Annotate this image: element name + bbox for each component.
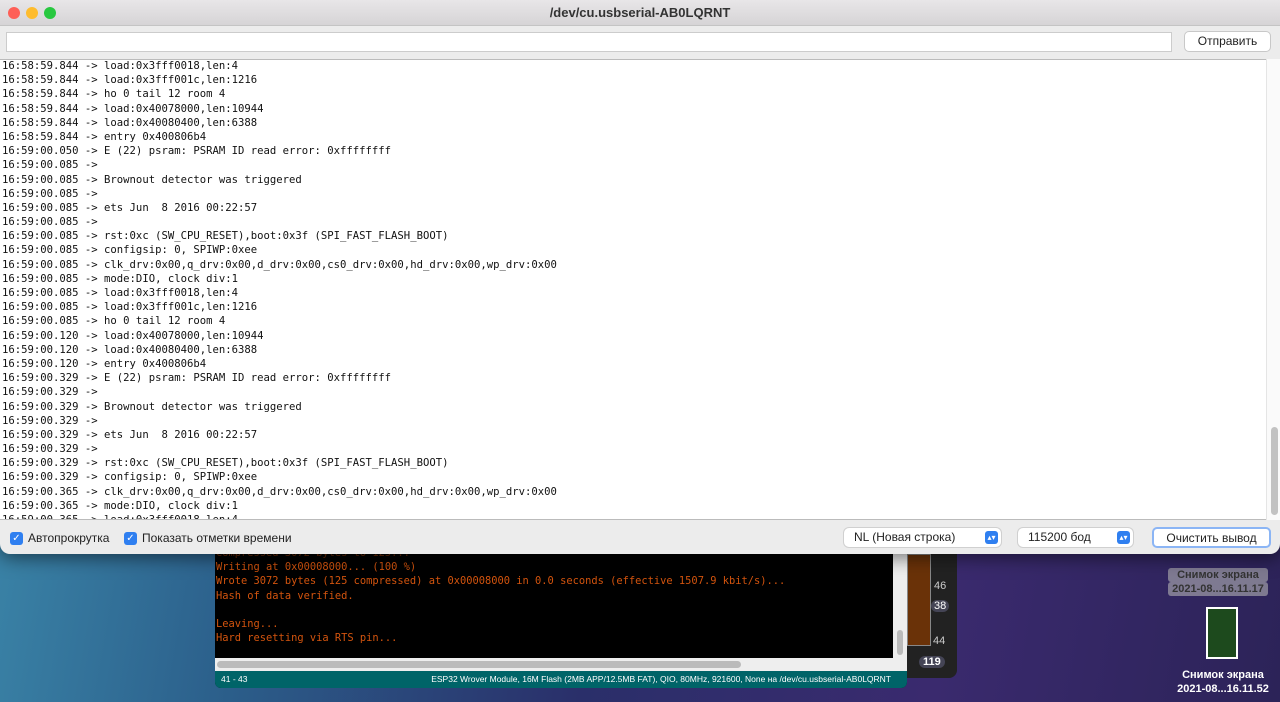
- side-number: 44: [933, 635, 946, 647]
- serial-monitor-window: /dev/cu.usbserial-AB0LQRNT Отправить 16:…: [0, 0, 1280, 554]
- log-line: 16:59:00.329 ->: [2, 386, 105, 399]
- log-line: 16:59:00.329 -> ets Jun 8 2016 00:22:57: [2, 428, 258, 441]
- log-line: 16:58:59.844 -> load:0x40080400,len:6388: [2, 116, 258, 129]
- desktop-file[interactable]: Снимок экрана 2021-08...16.11.52: [1168, 668, 1278, 696]
- log-line: 16:58:59.844 -> load:0x40078000,len:1094…: [2, 102, 264, 115]
- log-line: 16:59:00.329 ->: [2, 443, 105, 456]
- clear-output-button[interactable]: Очистить вывод: [1152, 527, 1271, 548]
- console-line: Hash of data verified.: [216, 589, 354, 602]
- console-line: Leaving...: [216, 617, 279, 630]
- maximize-icon[interactable]: [44, 7, 56, 19]
- console-line: Compressed 3072 bytes to 125...: [216, 554, 907, 560]
- arduino-status-bar: 41 - 43 ESP32 Wrover Module, 16M Flash (…: [215, 671, 907, 688]
- log-line: 16:59:00.120 -> entry 0x400806b4: [2, 357, 207, 370]
- timestamps-label: Показать отметки времени: [142, 531, 292, 545]
- chevron-updown-icon: ▴▾: [1117, 531, 1130, 544]
- log-line: 16:59:00.329 -> E (22) psram: PSRAM ID r…: [2, 372, 392, 385]
- file-date: 2021-08...16.11.52: [1177, 683, 1269, 695]
- chevron-updown-icon: ▴▾: [985, 531, 998, 544]
- board-info: ESP32 Wrover Module, 16M Flash (2MB APP/…: [431, 674, 891, 684]
- line-range: 41 - 43: [221, 674, 248, 684]
- screenshot-thumbnail-icon[interactable]: [1206, 607, 1238, 659]
- serial-output: 16:58:59.844 -> load:0x3fff0018,len:4 16:…: [0, 59, 1280, 520]
- log-line: 16:59:00.085 -> configsip: 0, SPIWP:0xee: [2, 244, 258, 257]
- log-line: 16:59:00.085 -> clk_drv:0x00,q_drv:0x00,…: [2, 258, 557, 271]
- arduino-ide-window: Compressed 3072 bytes to 125...Writing a…: [215, 554, 907, 688]
- send-button[interactable]: Отправить: [1184, 31, 1271, 52]
- side-number: 119: [919, 656, 945, 668]
- log-line: 16:58:59.844 -> load:0x3fff001c,len:1216: [2, 74, 258, 87]
- file-name: Снимок экрана: [1168, 568, 1268, 582]
- log-line: 16:59:00.365 -> load:0x3fff0018,len:4: [2, 514, 238, 520]
- send-input[interactable]: [6, 32, 1172, 52]
- log-line: 16:59:00.329 -> Brownout detector was tr…: [2, 400, 302, 413]
- log-line: 16:59:00.329 -> configsip: 0, SPIWP:0xee: [2, 471, 258, 484]
- log-line: 16:59:00.085 -> rst:0xc (SW_CPU_RESET),b…: [2, 230, 449, 243]
- log-line: 16:59:00.085 -> mode:DIO, clock div:1: [2, 272, 238, 285]
- file-date: 2021-08...16.11.17: [1168, 582, 1268, 596]
- window-title: /dev/cu.usbserial-AB0LQRNT: [549, 5, 731, 20]
- vertical-scrollbar[interactable]: [893, 554, 907, 671]
- console-line: Wrote 3072 bytes (125 compressed) at 0x0…: [216, 575, 786, 588]
- log-line: 16:59:00.120 -> load:0x40080400,len:6388: [2, 343, 258, 356]
- log-line: 16:59:00.085 -> Brownout detector was tr…: [2, 173, 302, 186]
- baud-select[interactable]: 115200 бод ▴▾: [1018, 528, 1133, 547]
- side-number: 38: [931, 600, 950, 612]
- file-name: Снимок экрана: [1182, 669, 1264, 681]
- console-line: Writing at 0x00008000... (100 %): [216, 561, 417, 574]
- line-ending-select[interactable]: NL (Новая строка) ▴▾: [844, 528, 1001, 547]
- minimize-icon[interactable]: [26, 7, 38, 19]
- output-scrollbar[interactable]: [1266, 59, 1280, 520]
- autoscroll-label: Автопрокрутка: [28, 531, 110, 545]
- log-line: 16:59:00.085 -> ho 0 tail 12 room 4: [2, 315, 226, 328]
- log-line: 16:59:00.329 -> rst:0xc (SW_CPU_RESET),b…: [2, 457, 449, 470]
- line-ending-value: NL (Новая строка): [854, 530, 956, 544]
- log-line: 16:59:00.120 -> load:0x40078000,len:1094…: [2, 329, 264, 342]
- title-bar: /dev/cu.usbserial-AB0LQRNT: [0, 0, 1280, 26]
- log-line: 16:58:59.844 -> ho 0 tail 12 room 4: [2, 88, 226, 101]
- side-number: 46: [934, 580, 947, 592]
- log-line: 16:59:00.365 -> mode:DIO, clock div:1: [2, 499, 238, 512]
- log-line: 16:59:00.085 ->: [2, 216, 105, 229]
- desktop-file[interactable]: Снимок экрана 2021-08...16.11.17: [1168, 568, 1268, 596]
- arduino-console: Compressed 3072 bytes to 125...Writing a…: [215, 554, 907, 645]
- log-line: 16:59:00.085 -> load:0x3fff0018,len:4: [2, 287, 238, 299]
- autoscroll-checkbox[interactable]: ✓: [10, 532, 23, 545]
- log-line: 16:59:00.365 -> clk_drv:0x00,q_drv:0x00,…: [2, 485, 557, 498]
- timestamps-checkbox[interactable]: ✓: [124, 532, 137, 545]
- log-line: 16:58:59.844 -> entry 0x400806b4: [2, 130, 207, 143]
- log-line: 16:59:00.050 -> E (22) psram: PSRAM ID r…: [2, 145, 392, 158]
- log-line: 16:59:00.085 ->: [2, 187, 105, 200]
- log-line: 16:58:59.844 -> load:0x3fff0018,len:4: [2, 60, 238, 72]
- horizontal-scrollbar[interactable]: [215, 658, 893, 671]
- console-line: Hard resetting via RTS pin...: [216, 632, 398, 645]
- close-icon[interactable]: [8, 7, 20, 19]
- bottom-toolbar: ✓ Автопрокрутка ✓ Показать отметки време…: [0, 521, 1280, 554]
- side-panel: 46 38 44 119: [907, 554, 957, 678]
- log-line: 16:59:00.085 ->: [2, 159, 105, 172]
- log-line: 16:59:00.329 ->: [2, 414, 105, 427]
- log-line: 16:59:00.085 -> ets Jun 8 2016 00:22:57: [2, 201, 258, 214]
- baud-value: 115200 бод: [1028, 530, 1091, 544]
- log-line: 16:59:00.085 -> load:0x3fff001c,len:1216: [2, 301, 258, 314]
